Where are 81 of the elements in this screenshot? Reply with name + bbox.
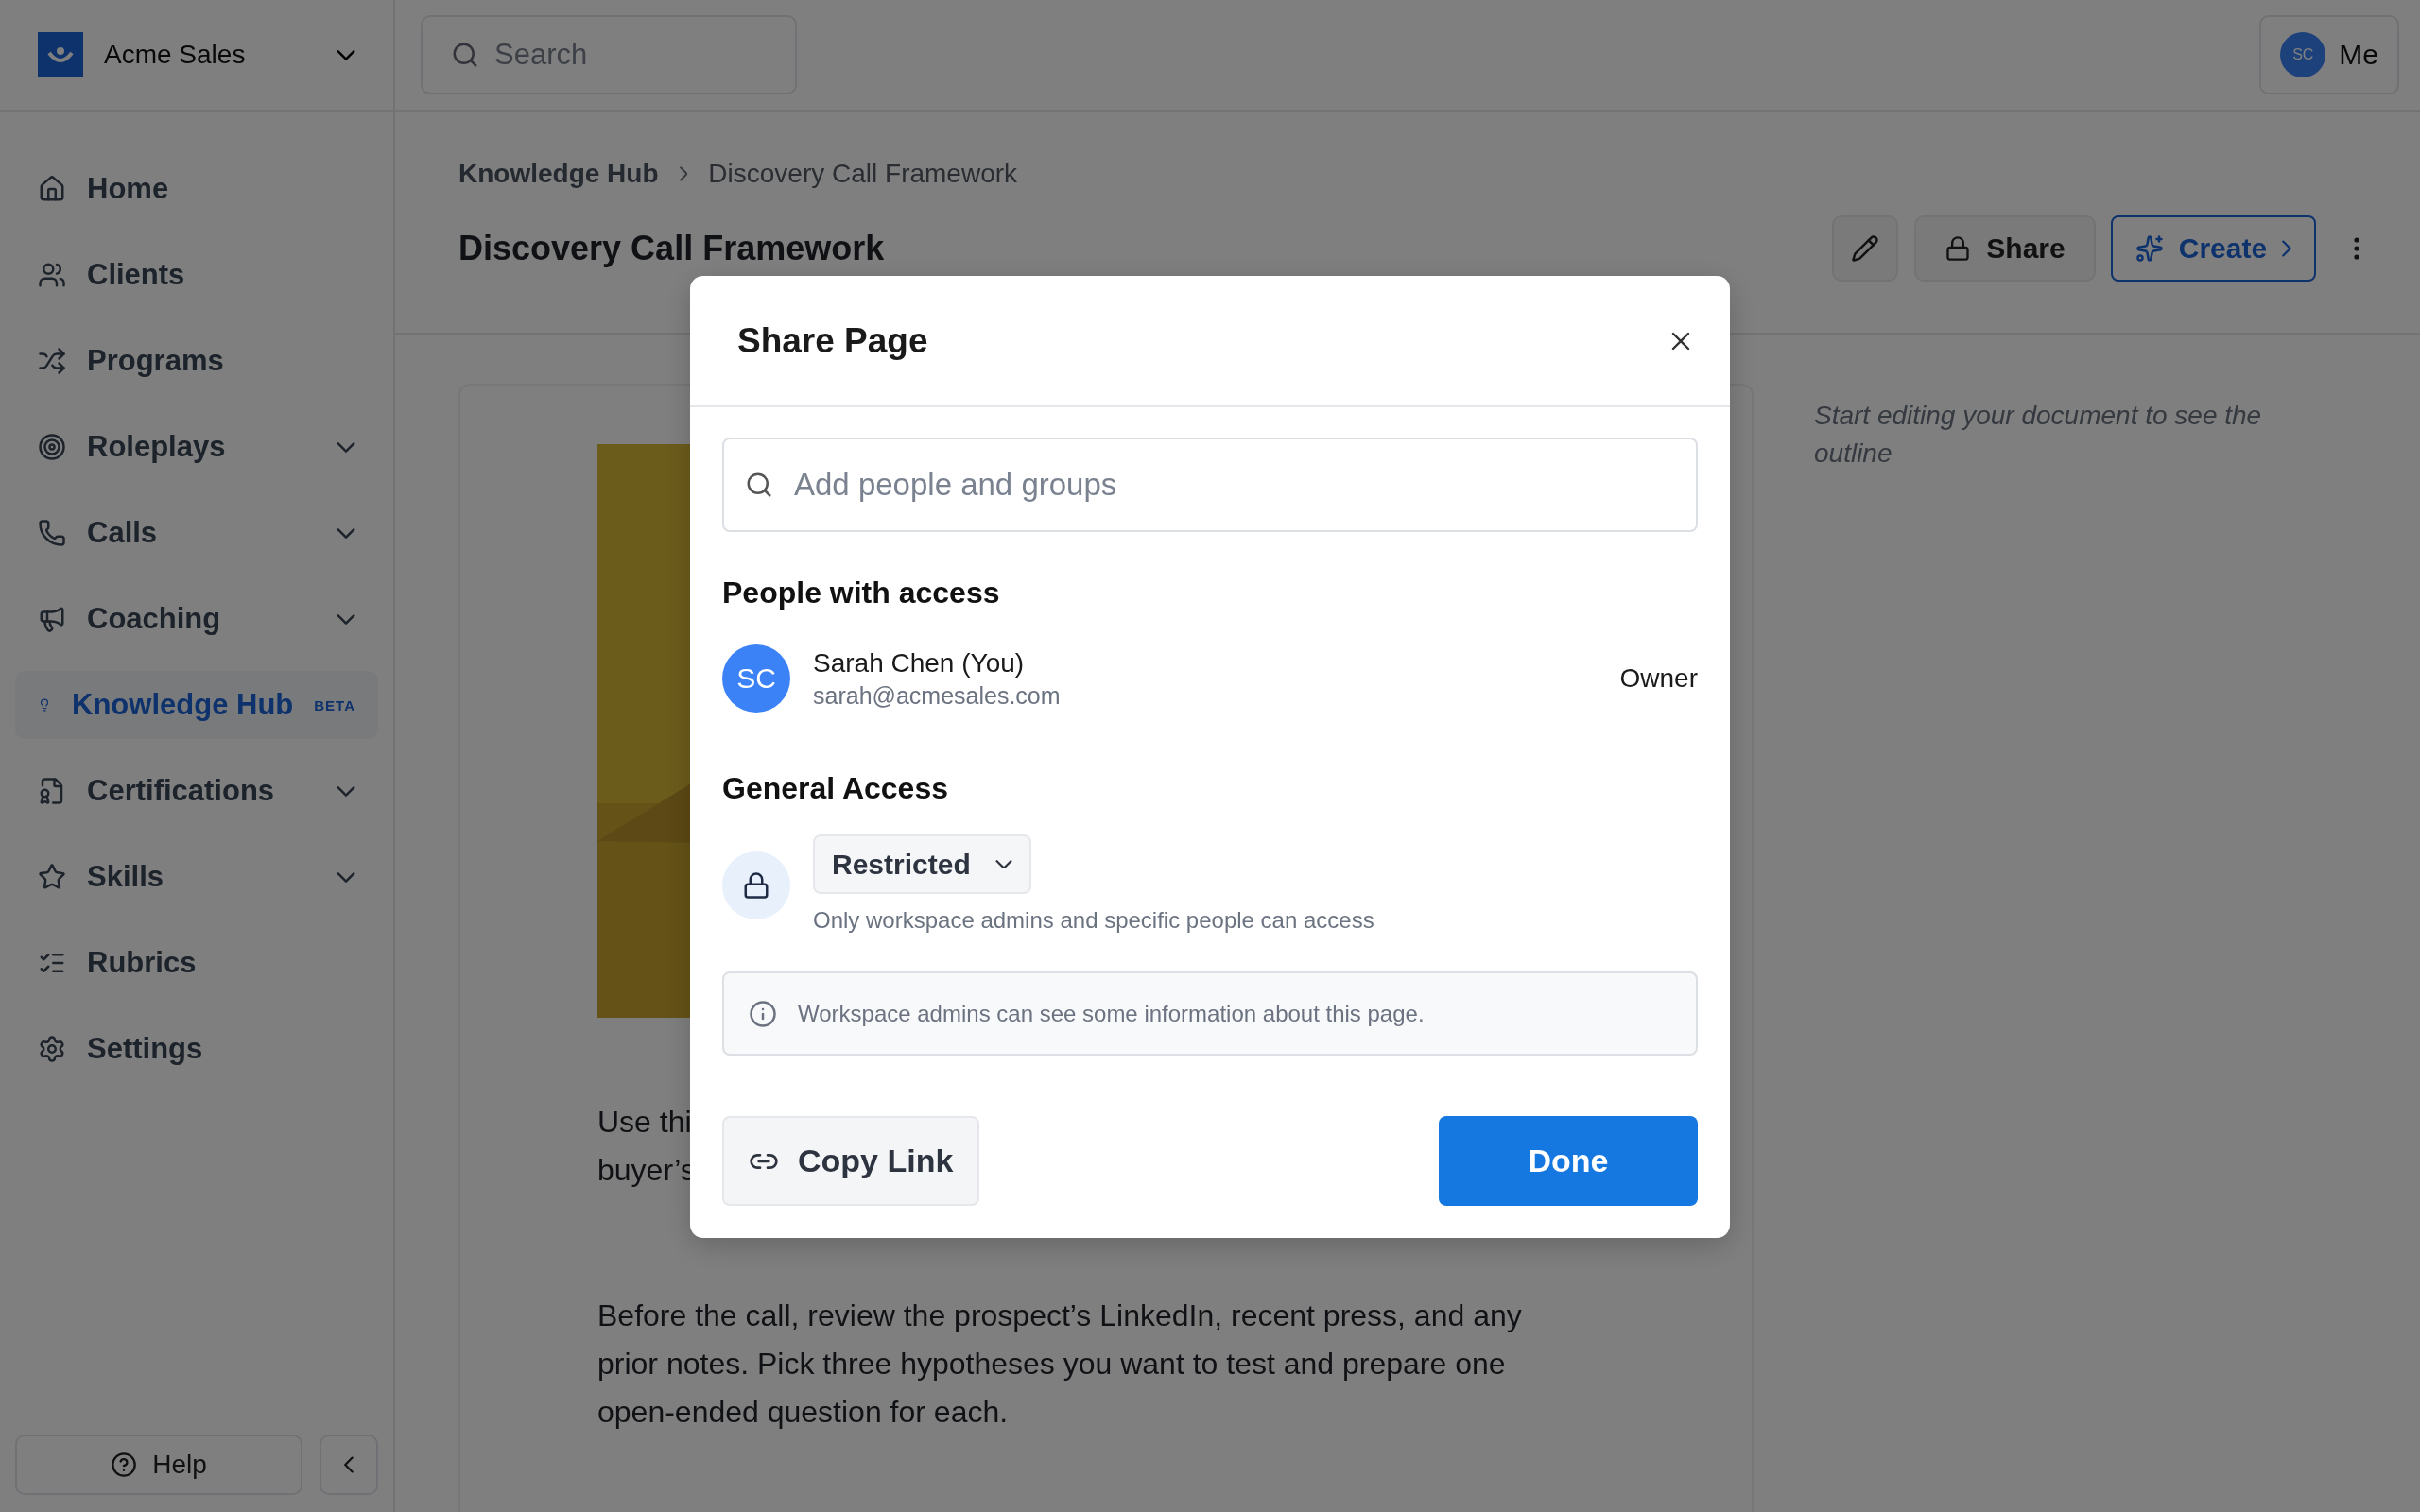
chevron-right-icon (2282, 240, 2291, 257)
chevron-left-icon (344, 1456, 354, 1473)
chevron-down-icon[interactable] (337, 871, 355, 883)
nav-label: Roleplays (87, 430, 226, 464)
nav-item[interactable]: Rubrics (15, 929, 378, 997)
nav-label: Clients (87, 258, 185, 292)
chevron-down-icon[interactable] (337, 527, 355, 539)
nav-item[interactable]: Skills (15, 843, 378, 911)
person-role: Owner (1619, 663, 1698, 694)
help-icon (111, 1452, 138, 1478)
search-input[interactable]: Search (493, 37, 757, 73)
section-heading: People with access (722, 576, 1001, 610)
people-icon (38, 261, 66, 289)
user-menu-button[interactable]: SC Me (2259, 15, 2399, 94)
more-options-button[interactable] (2354, 237, 2360, 260)
shuffle-icon (38, 347, 66, 375)
workspace-name: Acme Sales (104, 40, 247, 70)
nav-item[interactable]: Certifications (15, 757, 378, 825)
nav-label: Calls (87, 516, 158, 550)
nav-item[interactable]: Home (15, 155, 378, 223)
chevron-right-icon (679, 166, 688, 181)
settings-icon (38, 1035, 66, 1063)
info-text: Workspace admins can see some information about this page. (798, 1000, 1425, 1027)
info-icon (749, 999, 777, 1028)
edit-button[interactable] (1832, 215, 1899, 282)
add-people-field[interactable]: Add people and groups (722, 438, 1698, 532)
copy-link-button[interactable]: Copy Link (722, 1116, 980, 1206)
nav-item[interactable]: Settings (15, 1015, 378, 1083)
nav-label: Rubrics (87, 946, 197, 980)
home-icon (38, 175, 66, 203)
nav-item[interactable]: Coaching (15, 585, 378, 653)
star-icon (38, 863, 66, 891)
nav-label: Coaching (87, 602, 221, 636)
chevron-down-icon[interactable] (337, 49, 355, 60)
add-people-input[interactable]: Add people and groups (792, 466, 1675, 504)
search-icon (745, 471, 773, 499)
user-avatar: SC (2280, 32, 2326, 77)
nav-label: Settings (87, 1032, 203, 1066)
nav-label: Programs (87, 344, 224, 378)
done-button[interactable]: Done (1439, 1116, 1698, 1206)
more-icon (2354, 237, 2360, 260)
nav-label: Knowledge Hub (72, 688, 294, 722)
lock-icon (1945, 235, 1972, 262)
page-title: Discovery Call Framework (458, 229, 886, 268)
nav-item[interactable]: Programs (15, 327, 378, 395)
nav-label: Skills (87, 860, 164, 894)
create-button[interactable]: Create (2110, 215, 2316, 282)
dialog-title: Share Page (737, 320, 928, 361)
megaphone-icon (38, 605, 66, 633)
nav-item[interactable]: Clients (15, 241, 378, 309)
breadcrumb-item: Discovery Call Framework (708, 159, 1018, 189)
section-heading: General Access (722, 771, 949, 806)
help-button[interactable]: Help (15, 1435, 302, 1495)
nav-item[interactable]: Calls (15, 499, 378, 567)
access-dropdown[interactable]: Restricted (813, 834, 1031, 894)
outline-hint: Start editing your document to see the outline (1814, 400, 2262, 470)
close-icon (1671, 331, 1690, 351)
nav-item[interactable]: Roleplays (15, 413, 378, 481)
breadcrumb-item[interactable]: Knowledge Hub (458, 159, 659, 189)
share-button[interactable]: Share (1914, 215, 2096, 282)
chevron-down-icon[interactable] (337, 441, 355, 453)
nav-label: Home (87, 172, 169, 206)
logo-icon (38, 32, 83, 77)
chevron-down-icon[interactable] (337, 785, 355, 797)
nav-label: Certifications (87, 774, 275, 808)
person-avatar: SC (722, 644, 790, 713)
access-description: Only workspace admins and specific people can access (813, 907, 1374, 934)
sparkles-icon (2135, 234, 2164, 263)
chevron-down-icon (994, 859, 1012, 869)
nav-item[interactable]: Knowledge Hub BETA (15, 671, 378, 739)
person-email: sarah@acmesales.com (813, 681, 1061, 710)
beta-label: BETA (314, 696, 355, 713)
paragraph: Before the call, review the prospect’s LinkedIn, recent press, and any prior notes. Pick three hypotheses you want to test and prepare one open-ended question for each. (597, 1297, 1522, 1431)
search-field[interactable]: Search (421, 15, 797, 94)
chevron-down-icon[interactable] (337, 613, 355, 625)
pencil-icon (1851, 234, 1880, 263)
target-icon (38, 433, 66, 461)
search-icon (451, 41, 479, 69)
person-name: Sarah Chen (You) (813, 647, 1026, 679)
phone-icon (38, 519, 66, 547)
close-button[interactable] (1671, 331, 1690, 351)
